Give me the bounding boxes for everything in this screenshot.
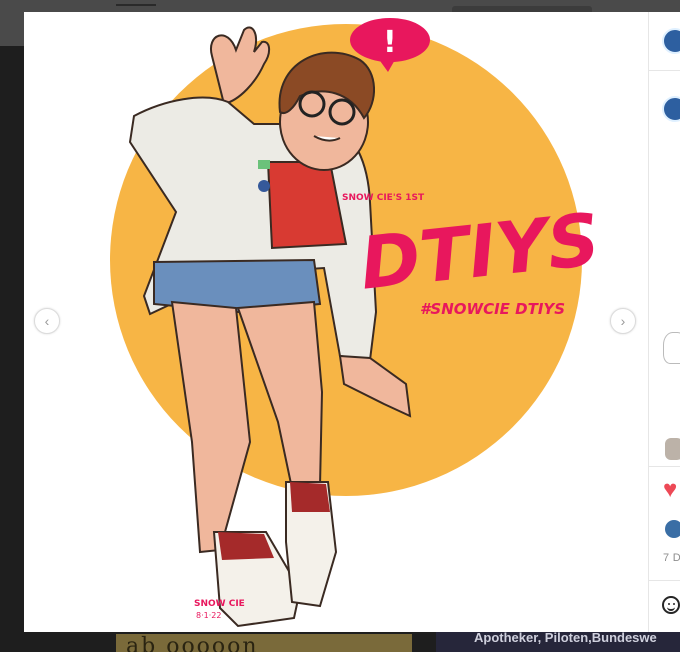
- post-side-panel: ♥ 7 DI: [648, 12, 680, 632]
- artwork-signature-small: SNOW CIE'S 1ST: [342, 193, 425, 203]
- comment-divider: [649, 580, 680, 581]
- background-post-left-text: ab ooooon: [126, 634, 259, 652]
- background-post-left: ab ooooon: [116, 634, 412, 652]
- alert-mark: !: [383, 25, 397, 60]
- artwork-signature-bottom: SNOW CIE: [194, 599, 245, 609]
- chevron-right-icon: ›: [620, 313, 626, 329]
- artwork-image: ! SNOW CIE'S 1ST DTIYS #SNOWCIE DTIYS SN…: [110, 18, 603, 628]
- carousel-prev-button[interactable]: ‹: [34, 308, 60, 334]
- background-post-right-text: Apotheker, Piloten,Bundeswe: [474, 630, 657, 645]
- heart-icon[interactable]: ♥: [663, 478, 677, 502]
- post-media: ! SNOW CIE'S 1ST DTIYS #SNOWCIE DTIYS SN…: [24, 12, 648, 632]
- comment-avatar[interactable]: [665, 438, 680, 460]
- caption-avatar[interactable]: [662, 96, 680, 122]
- post-modal: ! SNOW CIE'S 1ST DTIYS #SNOWCIE DTIYS SN…: [24, 12, 680, 632]
- carousel-next-button[interactable]: ›: [610, 308, 636, 334]
- chevron-left-icon: ‹: [44, 313, 50, 329]
- post-timestamp[interactable]: 7 DI: [663, 552, 680, 564]
- liker-avatar[interactable]: [665, 520, 680, 538]
- comment-avatar-sketch[interactable]: [663, 332, 680, 364]
- author-avatar[interactable]: [662, 28, 680, 54]
- artwork-date: 8·1·22: [196, 611, 221, 620]
- smiley-icon[interactable]: [662, 596, 680, 614]
- actions-divider: [649, 466, 680, 467]
- artwork-hashtag: #SNOWCIE DTIYS: [420, 300, 565, 318]
- header-divider: [649, 70, 680, 71]
